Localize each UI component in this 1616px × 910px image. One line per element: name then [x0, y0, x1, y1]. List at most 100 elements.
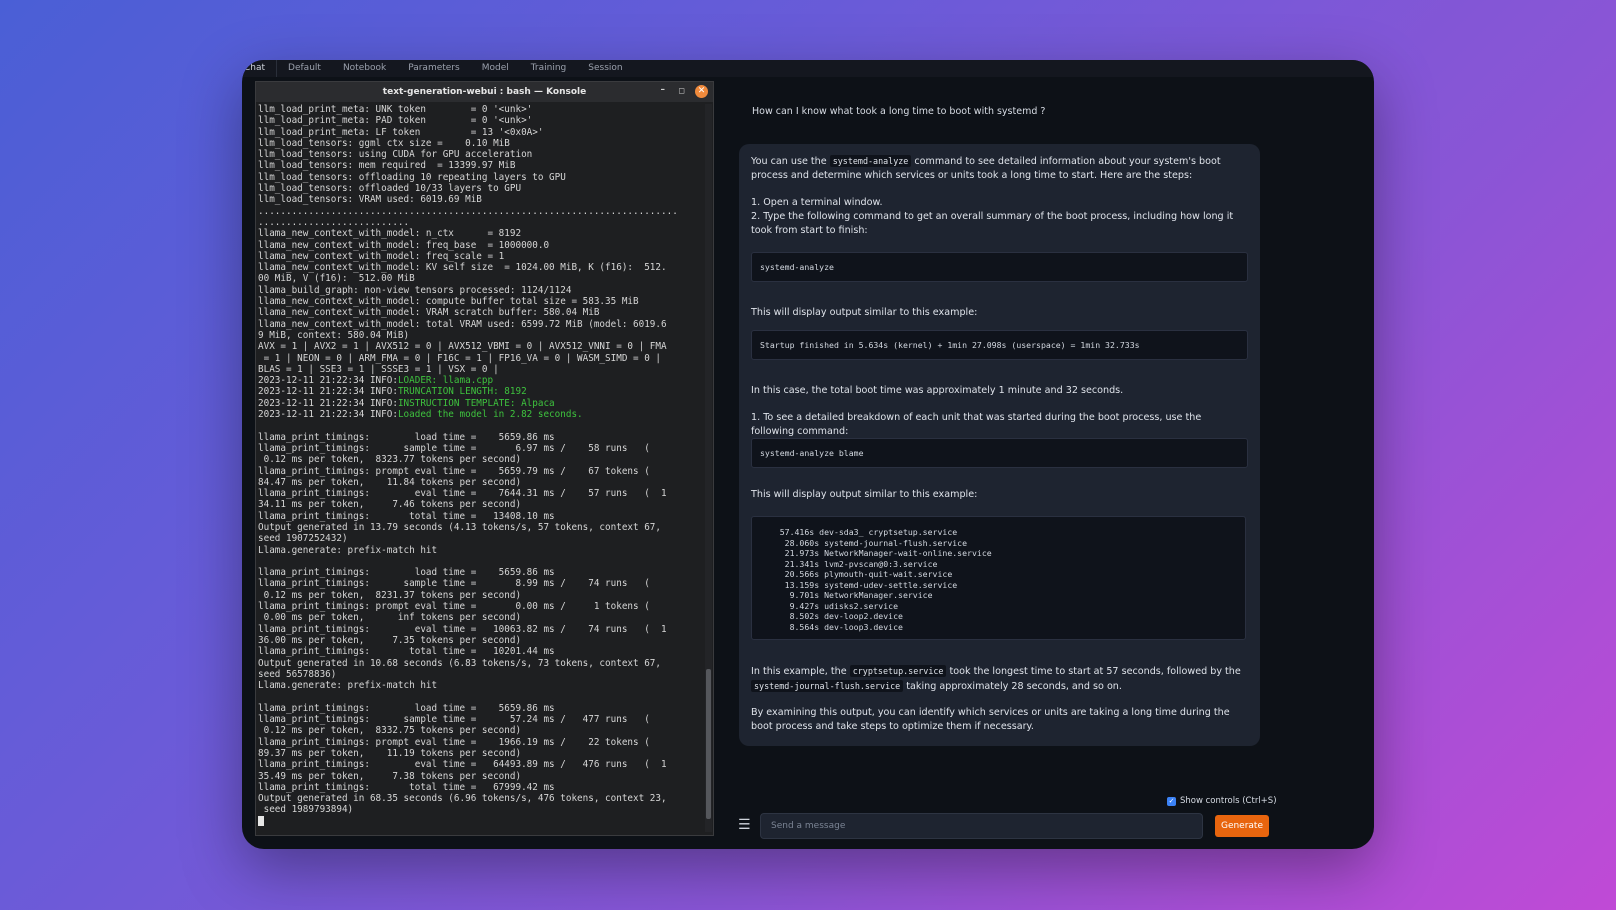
- terminal-line: 2023-12-11 21:22:34 INFO:Loaded the mode…: [258, 409, 583, 421]
- terminal-line: llama_print_timings: eval time = 10063.8…: [258, 623, 667, 635]
- terminal-line: 35.49 ms per token, 7.38 tokens per seco…: [258, 770, 522, 782]
- user-message: How can I know what took a long time to …: [752, 106, 1046, 117]
- konsole-title: text-generation-webui : bash — Konsole: [382, 87, 587, 97]
- show-controls-label: Show controls (Ctrl+S): [1180, 796, 1277, 806]
- terminal-line: llama_print_timings: sample time = 8.99 …: [258, 578, 650, 590]
- tab-default[interactable]: Default: [277, 60, 332, 77]
- bot-paragraph: By examining this output, you can identi…: [751, 707, 1230, 732]
- close-icon[interactable]: ✕: [695, 85, 708, 98]
- tab-notebook[interactable]: Notebook: [332, 60, 397, 77]
- terminal-line: llama_print_timings: load time = 5659.86…: [258, 702, 555, 714]
- bot-paragraph: This will display output similar to this…: [751, 489, 978, 500]
- tab-training[interactable]: Training: [520, 60, 578, 77]
- terminal-line: llm_load_tensors: mem required = 13399.9…: [258, 160, 516, 172]
- terminal-line: Output generated in 13.79 seconds (4.13 …: [258, 521, 661, 533]
- maximize-icon[interactable]: ◻: [678, 86, 685, 95]
- terminal-line: 00 MiB, V (f16): 512.00 MiB: [258, 273, 415, 285]
- terminal-line: llm_load_tensors: offloading 10 repeatin…: [258, 171, 566, 183]
- terminal-scrollbar[interactable]: [705, 104, 712, 832]
- terminal-line: llm_load_tensors: using CUDA for GPU acc…: [258, 149, 533, 161]
- terminal-line: seed 1907252432): [258, 533, 348, 545]
- terminal-line: llama_print_timings: total time = 13408.…: [258, 510, 555, 522]
- blame-line: 28.060s systemd-journal-flush.service: [760, 537, 968, 548]
- terminal-line: llama_new_context_with_model: freq_base …: [258, 239, 550, 251]
- terminal-line: llama_print_timings: prompt eval time = …: [258, 736, 650, 748]
- terminal-line: 89.37 ms per token, 11.19 tokens per sec…: [258, 747, 522, 759]
- terminal-line: llama_print_timings: prompt eval time = …: [258, 465, 650, 477]
- bot-paragraph: In this case, the total boot time was ap…: [751, 385, 1124, 396]
- bot-message: You can use the systemd-analyze command …: [739, 144, 1260, 746]
- terminal-line: llama_print_timings: load time = 5659.86…: [258, 431, 555, 443]
- terminal-line: AVX = 1 | AVX2 = 1 | AVX512 = 0 | AVX512…: [258, 341, 667, 353]
- blame-line: 9.427s udisks2.service: [760, 600, 899, 611]
- terminal-line: seed 1989793894): [258, 804, 354, 816]
- blame-line: 9.701s NetworkManager.service: [760, 590, 933, 600]
- scrollbar-thumb[interactable]: [706, 669, 711, 819]
- terminal-line: llama_new_context_with_model: total VRAM…: [258, 318, 667, 330]
- terminal-line: 0.12 ms per token, 8231.37 tokens per se…: [258, 589, 522, 601]
- terminal-line: 2023-12-11 21:22:34 INFO:LOADER: llama.c…: [258, 375, 494, 387]
- terminal-line: ...........................: [258, 216, 410, 228]
- inline-code: systemd-analyze: [829, 155, 912, 167]
- terminal-line: llama_new_context_with_model: KV self si…: [258, 262, 667, 274]
- terminal-cursor: [258, 816, 698, 827]
- blame-line: 13.159s systemd-udev-settle.service: [760, 579, 958, 590]
- code-block: Startup finished in 5.634s (kernel) + 1m…: [751, 330, 1248, 360]
- blame-line: 20.566s plymouth-quit-wait.service: [760, 569, 953, 579]
- terminal-line: Llama.generate: prefix-match hit: [258, 680, 438, 692]
- terminal-line: llama_build_graph: non-view tensors proc…: [258, 284, 572, 296]
- minimize-icon[interactable]: –: [661, 85, 666, 95]
- terminal-line: ........................................…: [258, 205, 678, 217]
- terminal-line: llama_print_timings: eval time = 64493.8…: [258, 759, 667, 771]
- terminal-line: llama_print_timings: eval time = 7644.31…: [258, 488, 667, 500]
- tab-parameters[interactable]: Parameters: [397, 60, 471, 77]
- terminal-line: 0.12 ms per token, 8323.77 tokens per se…: [258, 454, 522, 466]
- terminal-line: llm_load_print_meta: PAD token = 0 '<unk…: [258, 115, 533, 127]
- hamburger-menu-icon[interactable]: ☰: [738, 818, 751, 832]
- bot-paragraph: You can use the systemd-analyze command …: [751, 155, 1221, 181]
- konsole-titlebar: text-generation-webui : bash — Konsole –…: [256, 82, 713, 102]
- terminal-line: llama_new_context_with_model: n_ctx = 81…: [258, 228, 522, 240]
- terminal-line: llama_new_context_with_model: freq_scale…: [258, 250, 505, 262]
- bot-paragraph: In this example, the cryptsetup.service …: [751, 665, 1241, 692]
- terminal-line: 34.11 ms per token, 7.46 tokens per seco…: [258, 499, 522, 511]
- terminal-line: llm_load_tensors: VRAM used: 6019.69 MiB: [258, 194, 482, 206]
- terminal-line: llama_new_context_with_model: VRAM scrat…: [258, 307, 600, 319]
- terminal-line: 84.47 ms per token, 11.84 tokens per sec…: [258, 476, 522, 488]
- konsole-window: text-generation-webui : bash — Konsole –…: [255, 81, 714, 836]
- terminal-output[interactable]: llm_load_print_meta: UNK token = 0 '<unk…: [258, 104, 698, 832]
- step-2: 2. Type the following command to get an …: [751, 211, 1234, 236]
- terminal-line: 0.00 ms per token, inf tokens per second…: [258, 612, 522, 624]
- tab-model[interactable]: Model: [471, 60, 520, 77]
- generate-button[interactable]: Generate: [1215, 815, 1269, 837]
- terminal-line: llama_print_timings: sample time = 57.24…: [258, 714, 650, 726]
- terminal-line: llama_new_context_with_model: compute bu…: [258, 296, 639, 308]
- checkbox[interactable]: ✓: [1167, 796, 1176, 806]
- message-input[interactable]: Send a message: [760, 813, 1203, 839]
- show-controls-toggle[interactable]: ✓ Show controls (Ctrl+S): [1167, 796, 1277, 806]
- terminal-line: 0.12 ms per token, 8332.75 tokens per se…: [258, 725, 522, 737]
- tab-bar: Chat Default Notebook Parameters Model T…: [242, 60, 1374, 77]
- terminal-line: Llama.generate: prefix-match hit: [258, 544, 438, 556]
- terminal-line: llama_print_timings: load time = 5659.86…: [258, 567, 555, 579]
- terminal-line: llm_load_print_meta: UNK token = 0 '<unk…: [258, 104, 533, 115]
- terminal-line: seed 56578836): [258, 668, 337, 680]
- terminal-line: llm_load_print_meta: LF token = 13 '<0x0…: [258, 126, 544, 138]
- terminal-line: llm_load_tensors: ggml ctx size = 0.10 M…: [258, 137, 510, 149]
- terminal-line: Output generated in 68.35 seconds (6.96 …: [258, 793, 667, 805]
- terminal-line: 2023-12-11 21:22:34 INFO:TRUNCATION LENG…: [258, 386, 527, 398]
- inline-code: cryptsetup.service: [849, 665, 947, 677]
- step-1: 1. Open a terminal window.: [751, 197, 883, 208]
- terminal-line: llama_print_timings: sample time = 6.97 …: [258, 442, 650, 454]
- terminal-line: 36.00 ms per token, 7.35 tokens per seco…: [258, 634, 522, 646]
- tab-session[interactable]: Session: [577, 60, 633, 77]
- tab-chat[interactable]: Chat: [242, 60, 278, 77]
- bot-paragraph: 1. To see a detailed breakdown of each u…: [751, 412, 1202, 437]
- bot-paragraph: This will display output similar to this…: [751, 307, 978, 318]
- blame-line: 8.564s dev-loop3.device: [760, 621, 903, 632]
- blame-line: 57.416s dev-sda3_ cryptsetup.service: [760, 527, 958, 537]
- terminal-line: 2023-12-11 21:22:34 INFO:INSTRUCTION TEM…: [258, 397, 555, 409]
- blame-line: 8.502s dev-loop2.device: [760, 611, 903, 621]
